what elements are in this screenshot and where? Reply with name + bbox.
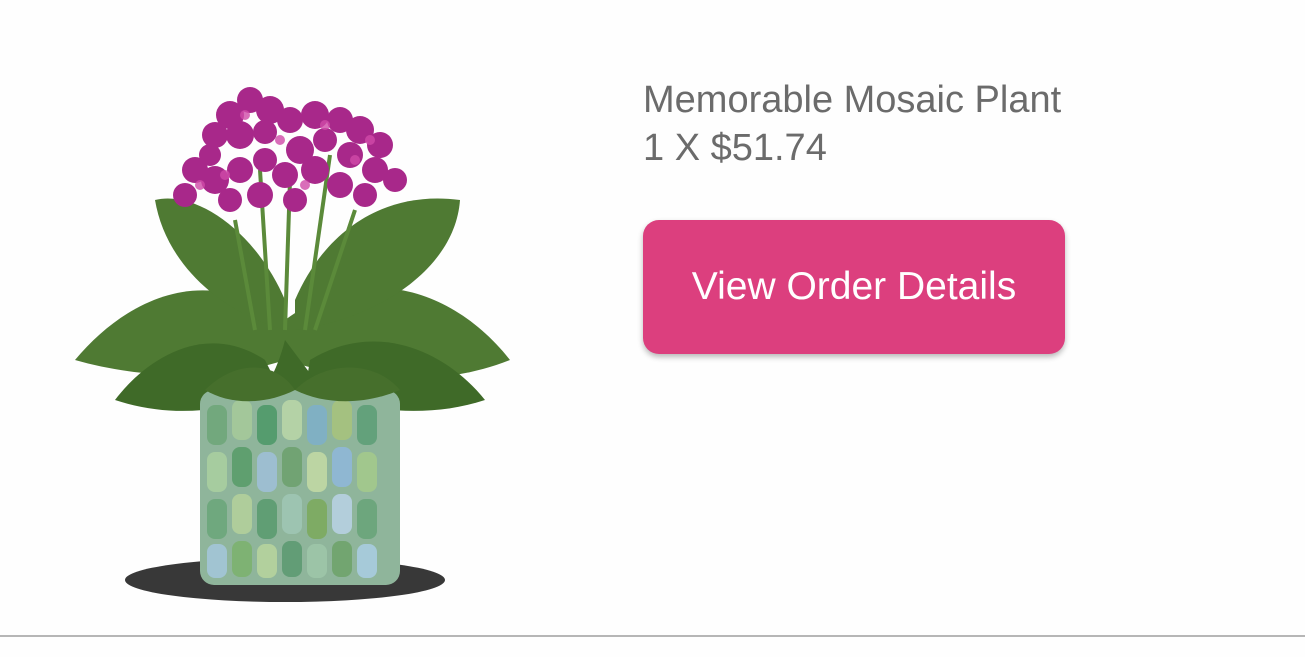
plant-pot-illustration [75,87,510,602]
product-name: Memorable Mosaic Plant [643,79,1062,121]
product-info: Memorable Mosaic Plant 1 X $51.74 [643,76,1061,172]
product-price: 1 X $51.74 [643,127,827,169]
divider [0,635,1305,637]
order-item-card: Memorable Mosaic Plant 1 X $51.74 View O… [0,0,1305,657]
view-order-details-button[interactable]: View Order Details [643,220,1065,354]
product-image [55,60,525,630]
